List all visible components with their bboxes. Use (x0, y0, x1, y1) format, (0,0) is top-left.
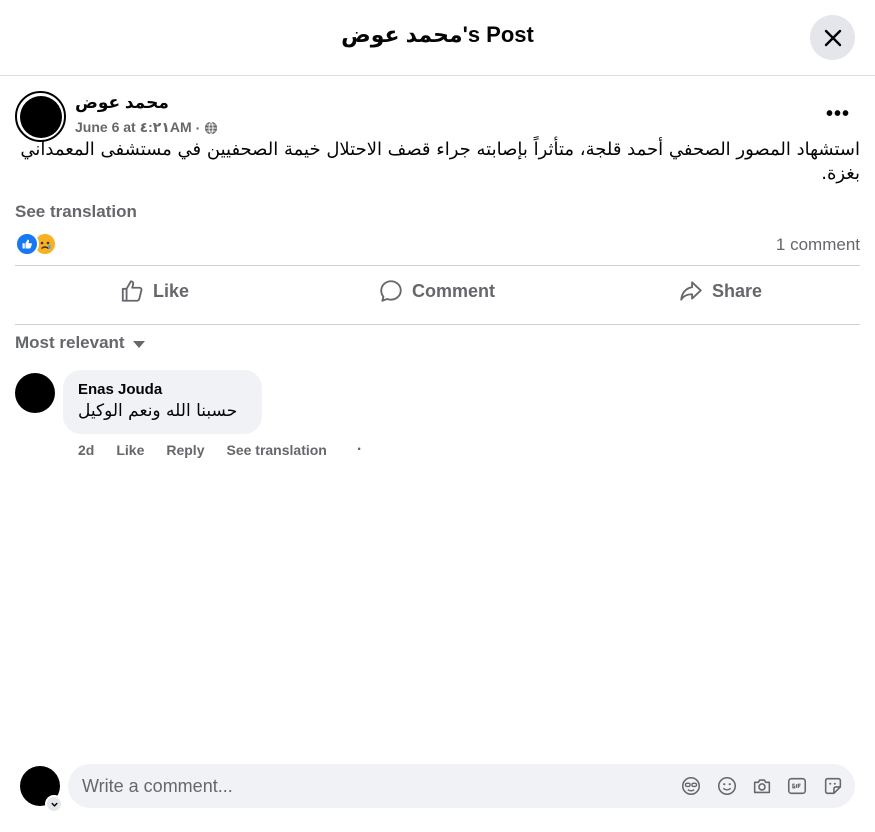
comment-input[interactable] (82, 764, 662, 808)
comment-text: حسبنا الله ونعم الوكيل (78, 401, 238, 421)
post-date[interactable]: June 6 at ٤:٢١AM (75, 119, 192, 136)
meta-separator: · (195, 119, 201, 136)
sticker-icon (824, 777, 842, 795)
reaction-summary[interactable] (15, 232, 57, 256)
post-text: استشهاد المصور الصحفي أحمد قلجة، متأثراً… (20, 139, 860, 184)
like-reaction-icon (15, 232, 39, 256)
comment-composer (68, 764, 855, 808)
close-icon (824, 29, 841, 46)
sticker-button[interactable] (822, 775, 844, 797)
camera-button[interactable] (751, 775, 773, 797)
globe-icon (205, 121, 218, 134)
comment-like-button[interactable]: Like (116, 442, 144, 458)
comment-label: Comment (412, 280, 496, 301)
close-button[interactable] (810, 15, 855, 60)
comment-button[interactable]: Comment (378, 273, 495, 309)
comment-reply-button[interactable]: Reply (166, 442, 204, 458)
comment-icon (380, 280, 402, 302)
comment-see-translation[interactable]: See translation (226, 442, 326, 458)
comment-count[interactable]: 1 comment (776, 235, 860, 255)
emoji-button[interactable] (716, 775, 738, 797)
sort-label: Most relevant (15, 333, 125, 352)
camera-icon (753, 779, 771, 794)
commenter-name[interactable]: Enas Jouda (78, 381, 162, 398)
share-button[interactable]: Share (678, 273, 762, 309)
comment-time[interactable]: 2d (78, 442, 94, 458)
like-label: Like (153, 280, 190, 301)
chevron-down-icon (50, 802, 58, 807)
like-button[interactable]: Like (119, 273, 189, 309)
profile-switch-badge[interactable] (45, 795, 63, 813)
post-dialog-header: محمد عوض's Post (0, 0, 875, 76)
post-author-name[interactable]: محمد عوض (75, 93, 169, 113)
comment-sort-dropdown[interactable]: Most relevant (15, 333, 145, 353)
post-options-button[interactable]: ••• (820, 100, 856, 128)
gif-button[interactable] (786, 775, 808, 797)
share-label: Share (712, 280, 763, 301)
post-meta: June 6 at ٤:٢١AM · (75, 119, 218, 136)
share-icon (680, 281, 702, 301)
more-options-icon: ••• (825, 102, 850, 125)
emoji-icon (717, 776, 737, 796)
avatar-sticker-button[interactable] (680, 775, 702, 797)
commenter-avatar[interactable] (15, 373, 55, 413)
gif-icon (787, 777, 807, 795)
avatar-sticker-icon (681, 776, 701, 796)
post-author-avatar[interactable] (15, 91, 66, 142)
caret-down-icon (132, 340, 145, 348)
comment-actions: 2d Like Reply See translation · (78, 441, 384, 459)
dialog-title: محمد عوض's Post (341, 22, 534, 47)
see-translation-link[interactable]: See translation (15, 202, 137, 222)
divider (15, 265, 860, 266)
comment-dot-separator: · (356, 441, 363, 458)
divider (15, 324, 860, 325)
like-icon (121, 280, 143, 302)
